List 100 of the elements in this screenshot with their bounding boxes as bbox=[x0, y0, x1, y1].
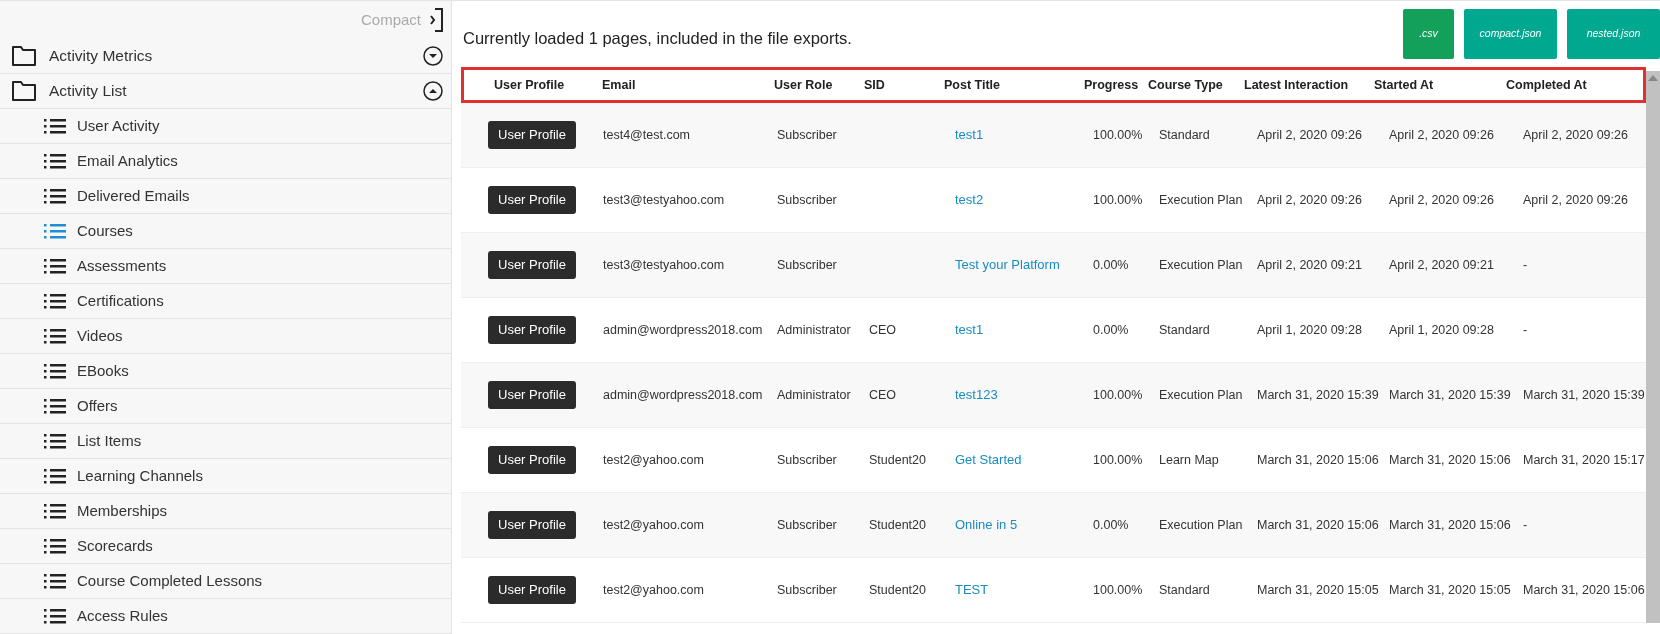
table-cell-text: test4@test.com bbox=[602, 126, 692, 144]
table-cell-text: - bbox=[1522, 256, 1529, 274]
sidebar-item[interactable]: Offers bbox=[0, 389, 451, 424]
table-cell-text: Subscriber bbox=[776, 516, 838, 534]
table-cell-text: 100.00% bbox=[1092, 386, 1144, 404]
table-cell-text: April 1, 2020 09:28 bbox=[1388, 321, 1495, 339]
column-header[interactable]: Email bbox=[594, 70, 766, 100]
table-cell-text: April 2, 2020 09:26 bbox=[1522, 191, 1629, 209]
folder-label: Activity Metrics bbox=[49, 46, 154, 67]
table-cell-text: Subscriber bbox=[776, 451, 838, 469]
user-profile-button[interactable]: User Profile bbox=[488, 511, 576, 539]
table-cell-text: April 2, 2020 09:26 bbox=[1388, 126, 1495, 144]
table-cell-text: Execution Plan bbox=[1158, 386, 1244, 404]
table-cell-text: April 2, 2020 09:26 bbox=[1388, 191, 1495, 209]
folder-label: Activity List bbox=[49, 81, 128, 102]
sidebar-item[interactable]: Delivered Emails bbox=[0, 179, 451, 214]
collapse-icon[interactable] bbox=[423, 81, 443, 101]
post-title-link[interactable]: test1 bbox=[955, 320, 984, 340]
column-header[interactable]: Completed At bbox=[1498, 70, 1629, 100]
sidebar-item[interactable]: Course Completed Lessons bbox=[0, 564, 451, 599]
table-cell-text: March 31, 2020 15:17 bbox=[1522, 451, 1646, 469]
sidebar-item[interactable]: Learning Channels bbox=[0, 459, 451, 494]
scrollbar[interactable] bbox=[1646, 71, 1660, 623]
table-cell-text: April 2, 2020 09:26 bbox=[1256, 191, 1363, 209]
table-cell-text: Subscriber bbox=[776, 191, 838, 209]
sidebar-item[interactable]: Scorecards bbox=[0, 529, 451, 564]
table-cell-text: Execution Plan bbox=[1158, 516, 1244, 534]
post-title-link[interactable]: test2 bbox=[955, 190, 984, 210]
table-cell-text: March 31, 2020 15:06 bbox=[1388, 451, 1512, 469]
post-title-link[interactable]: test1 bbox=[955, 125, 984, 145]
table-cell-text: 0.00% bbox=[1092, 516, 1130, 534]
table-cell-text: CEO bbox=[868, 321, 898, 339]
sidebar-item[interactable]: Assessments bbox=[0, 249, 451, 284]
table-cell-text: Administrator bbox=[776, 321, 852, 339]
table-cell-text: test3@testyahoo.com bbox=[602, 256, 726, 274]
column-header[interactable]: Course Type bbox=[1140, 70, 1236, 100]
sidebar-item[interactable]: List Items bbox=[0, 424, 451, 459]
table-cell-text: April 2, 2020 09:21 bbox=[1256, 256, 1363, 274]
table-cell-text: 100.00% bbox=[1092, 451, 1144, 469]
table-cell-text: 100.00% bbox=[1092, 126, 1144, 144]
table-cell-text: April 1, 2020 09:28 bbox=[1256, 321, 1363, 339]
sidebar-folder[interactable]: Activity List bbox=[0, 74, 451, 109]
post-title-link[interactable]: Online in 5 bbox=[955, 515, 1018, 535]
column-header[interactable]: Progress bbox=[1076, 70, 1140, 100]
post-title-link[interactable]: Test your Platform bbox=[955, 255, 1060, 275]
folder-icon bbox=[11, 45, 37, 67]
table-cell-text: March 31, 2020 15:39 bbox=[1388, 386, 1512, 404]
folder-icon bbox=[11, 80, 37, 102]
table-cell-text: 100.00% bbox=[1092, 581, 1144, 599]
user-profile-button[interactable]: User Profile bbox=[488, 576, 576, 604]
table-cell-text: March 31, 2020 15:06 bbox=[1388, 516, 1512, 534]
table-cell-text: Standard bbox=[1158, 126, 1211, 144]
sidebar-folder[interactable]: Activity Metrics bbox=[0, 39, 451, 74]
table-cell-text: 0.00% bbox=[1092, 256, 1130, 274]
table-cell-text: - bbox=[1522, 516, 1529, 534]
post-title-link[interactable]: Get Started bbox=[955, 450, 1022, 470]
sidebar-item[interactable]: Courses bbox=[0, 214, 451, 249]
user-profile-button[interactable]: User Profile bbox=[488, 251, 576, 279]
table-cell-text: March 31, 2020 15:06 bbox=[1256, 451, 1379, 469]
sidebar-item[interactable]: Memberships bbox=[0, 494, 451, 529]
table-cell-text: Student20 bbox=[868, 451, 927, 469]
column-header[interactable]: Started At bbox=[1366, 70, 1498, 100]
table-cell-text: Subscriber bbox=[776, 126, 838, 144]
table-cell-text: 100.00% bbox=[1092, 191, 1144, 209]
table-cell-text: Standard bbox=[1158, 581, 1211, 599]
column-header[interactable]: SID bbox=[856, 70, 936, 100]
user-profile-button[interactable]: User Profile bbox=[488, 446, 576, 474]
table-cell-text: March 31, 2020 15:05 bbox=[1256, 581, 1379, 599]
column-header[interactable]: User Role bbox=[766, 70, 856, 100]
table-cell-text: test2@yahoo.com bbox=[602, 451, 705, 469]
table-cell-text: Standard bbox=[1158, 321, 1211, 339]
table-cell-text: Learn Map bbox=[1158, 451, 1220, 469]
table-cell-text: test3@testyahoo.com bbox=[602, 191, 726, 209]
user-profile-button[interactable]: User Profile bbox=[488, 186, 576, 214]
table-cell-text: Student20 bbox=[868, 516, 927, 534]
user-profile-button[interactable]: User Profile bbox=[488, 381, 576, 409]
sidebar-item[interactable]: Access Rules bbox=[0, 599, 451, 634]
sidebar-item[interactable]: User Activity bbox=[0, 109, 451, 144]
table-cell-text: 0.00% bbox=[1092, 321, 1130, 339]
table-cell-text: admin@wordpress2018.com bbox=[602, 321, 764, 339]
table-cell-text: April 2, 2020 09:21 bbox=[1388, 256, 1495, 274]
user-profile-button[interactable]: User Profile bbox=[488, 121, 576, 149]
table-cell-text: March 31, 2020 15:39 bbox=[1522, 386, 1646, 404]
table-cell-text: April 2, 2020 09:26 bbox=[1256, 126, 1363, 144]
column-header[interactable]: User Profile bbox=[486, 70, 594, 100]
expand-icon[interactable] bbox=[423, 46, 443, 66]
column-header[interactable]: Latest Interaction bbox=[1236, 70, 1366, 100]
summary-text: Currently loaded 1 pages, included in the file exports. bbox=[462, 27, 852, 49]
column-header[interactable]: Post Title bbox=[936, 70, 1076, 100]
table-cell-text: Subscriber bbox=[776, 256, 838, 274]
sidebar-item[interactable]: Videos bbox=[0, 319, 451, 354]
table-cell-text: admin@wordpress2018.com bbox=[602, 386, 764, 404]
sidebar-item[interactable]: Email Analytics bbox=[0, 144, 451, 179]
post-title-link[interactable]: test123 bbox=[955, 385, 998, 405]
collapse-sidebar-icon[interactable] bbox=[429, 7, 443, 33]
post-title-link[interactable]: TEST bbox=[955, 580, 989, 600]
table-cell-text: CEO bbox=[868, 386, 898, 404]
sidebar-item[interactable]: Certifications bbox=[0, 284, 451, 319]
user-profile-button[interactable]: User Profile bbox=[488, 316, 576, 344]
sidebar-item[interactable]: EBooks bbox=[0, 354, 451, 389]
